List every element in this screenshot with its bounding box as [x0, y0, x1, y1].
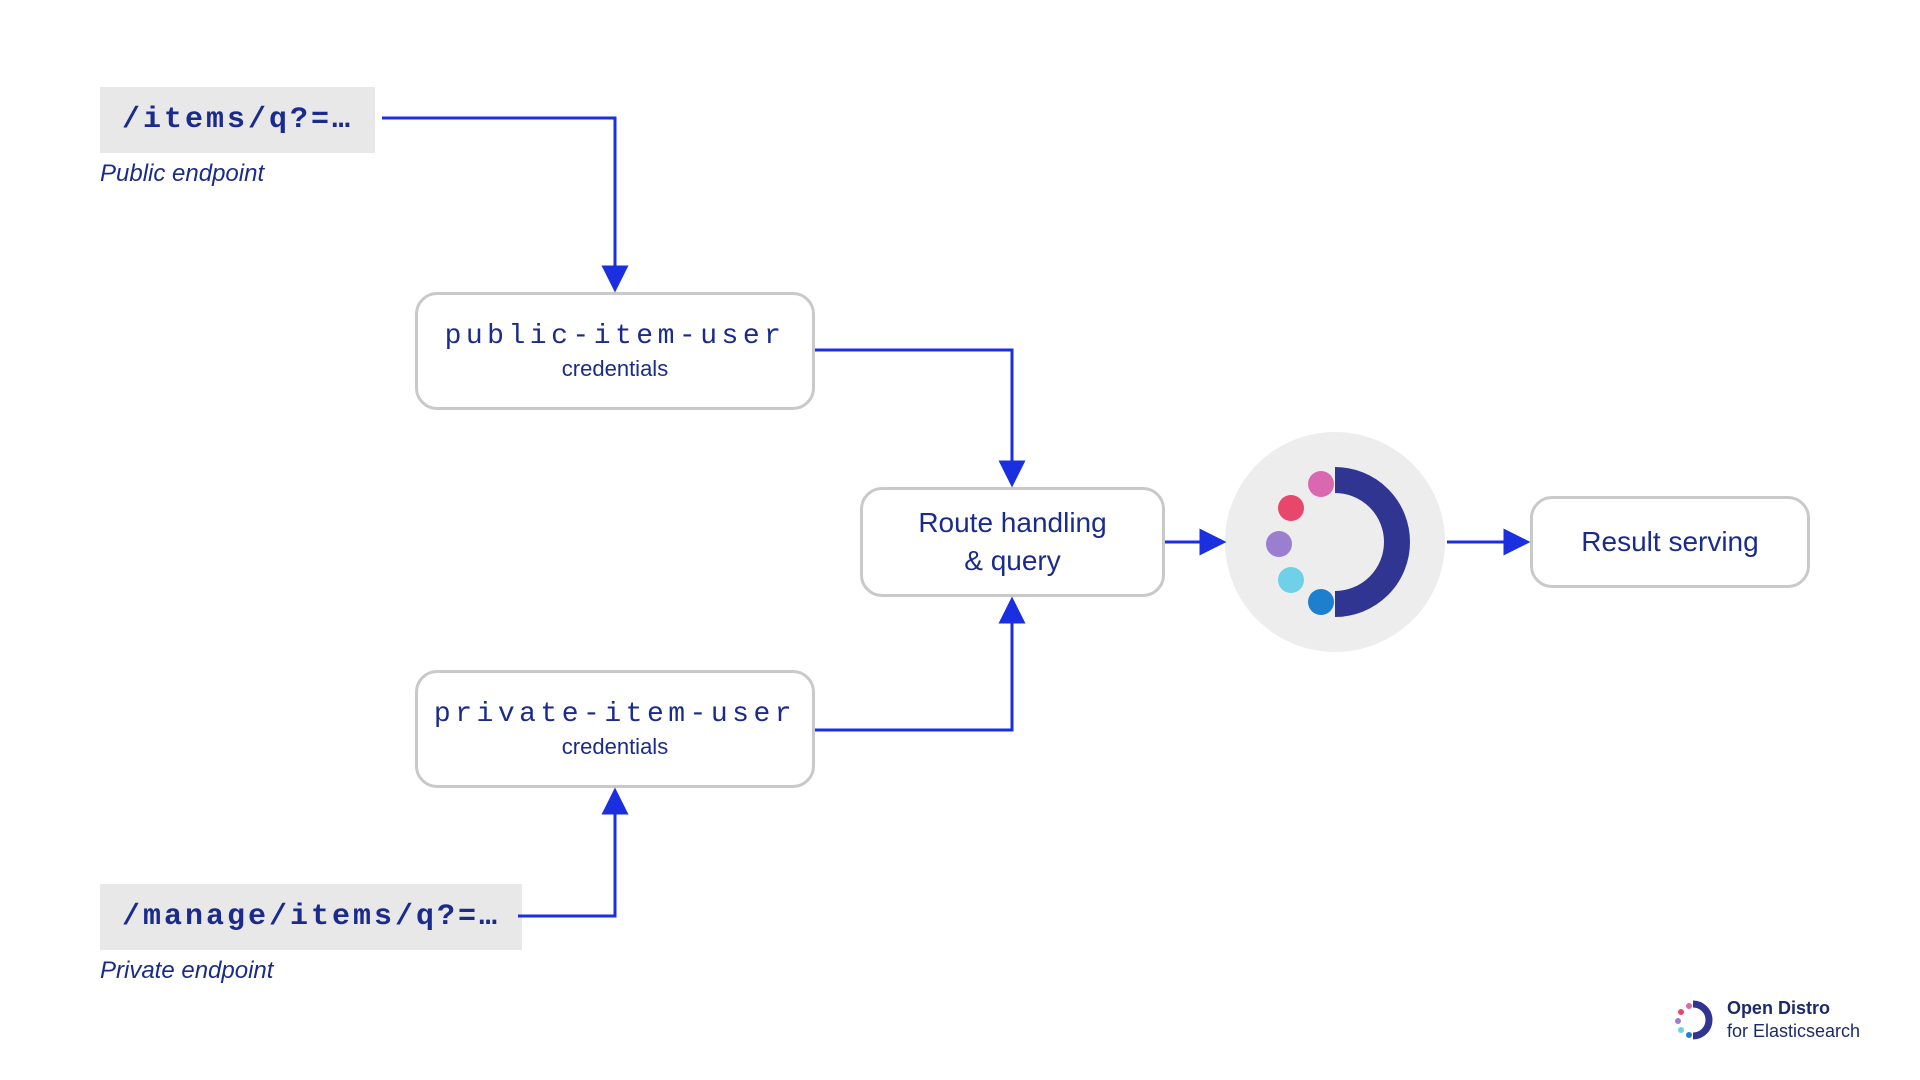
footer-sub: for Elasticsearch [1727, 1020, 1860, 1043]
result-label: Result serving [1581, 523, 1758, 561]
public-endpoint-label: Public endpoint [100, 160, 264, 188]
private-credentials-sub: credentials [562, 734, 668, 760]
footer-logo: Open Distro for Elasticsearch [1673, 997, 1860, 1042]
private-endpoint-box: /manage/items/q?=… [100, 884, 522, 950]
private-credentials-node: private-item-user credentials [415, 670, 815, 788]
route-line1: Route handling [918, 504, 1106, 542]
route-line2: & query [964, 542, 1061, 580]
route-handling-node: Route handling & query [860, 487, 1165, 597]
open-distro-mini-icon [1673, 1000, 1713, 1040]
footer-bold: Open Distro [1727, 997, 1860, 1020]
private-endpoint-label: Private endpoint [100, 957, 273, 985]
diagram-canvas: /items/q?=… Public endpoint /manage/item… [0, 0, 1920, 1080]
open-distro-logo-icon [1225, 432, 1445, 652]
result-serving-node: Result serving [1530, 496, 1810, 588]
footer-text: Open Distro for Elasticsearch [1727, 997, 1860, 1042]
public-endpoint-path: /items/q?=… [122, 103, 353, 137]
public-credentials-sub: credentials [562, 356, 668, 382]
public-endpoint-box: /items/q?=… [100, 87, 375, 153]
private-user-text: private-item-user [434, 699, 796, 730]
public-user-text: public-item-user [445, 321, 786, 352]
private-endpoint-path: /manage/items/q?=… [122, 900, 500, 934]
public-credentials-node: public-item-user credentials [415, 292, 815, 410]
